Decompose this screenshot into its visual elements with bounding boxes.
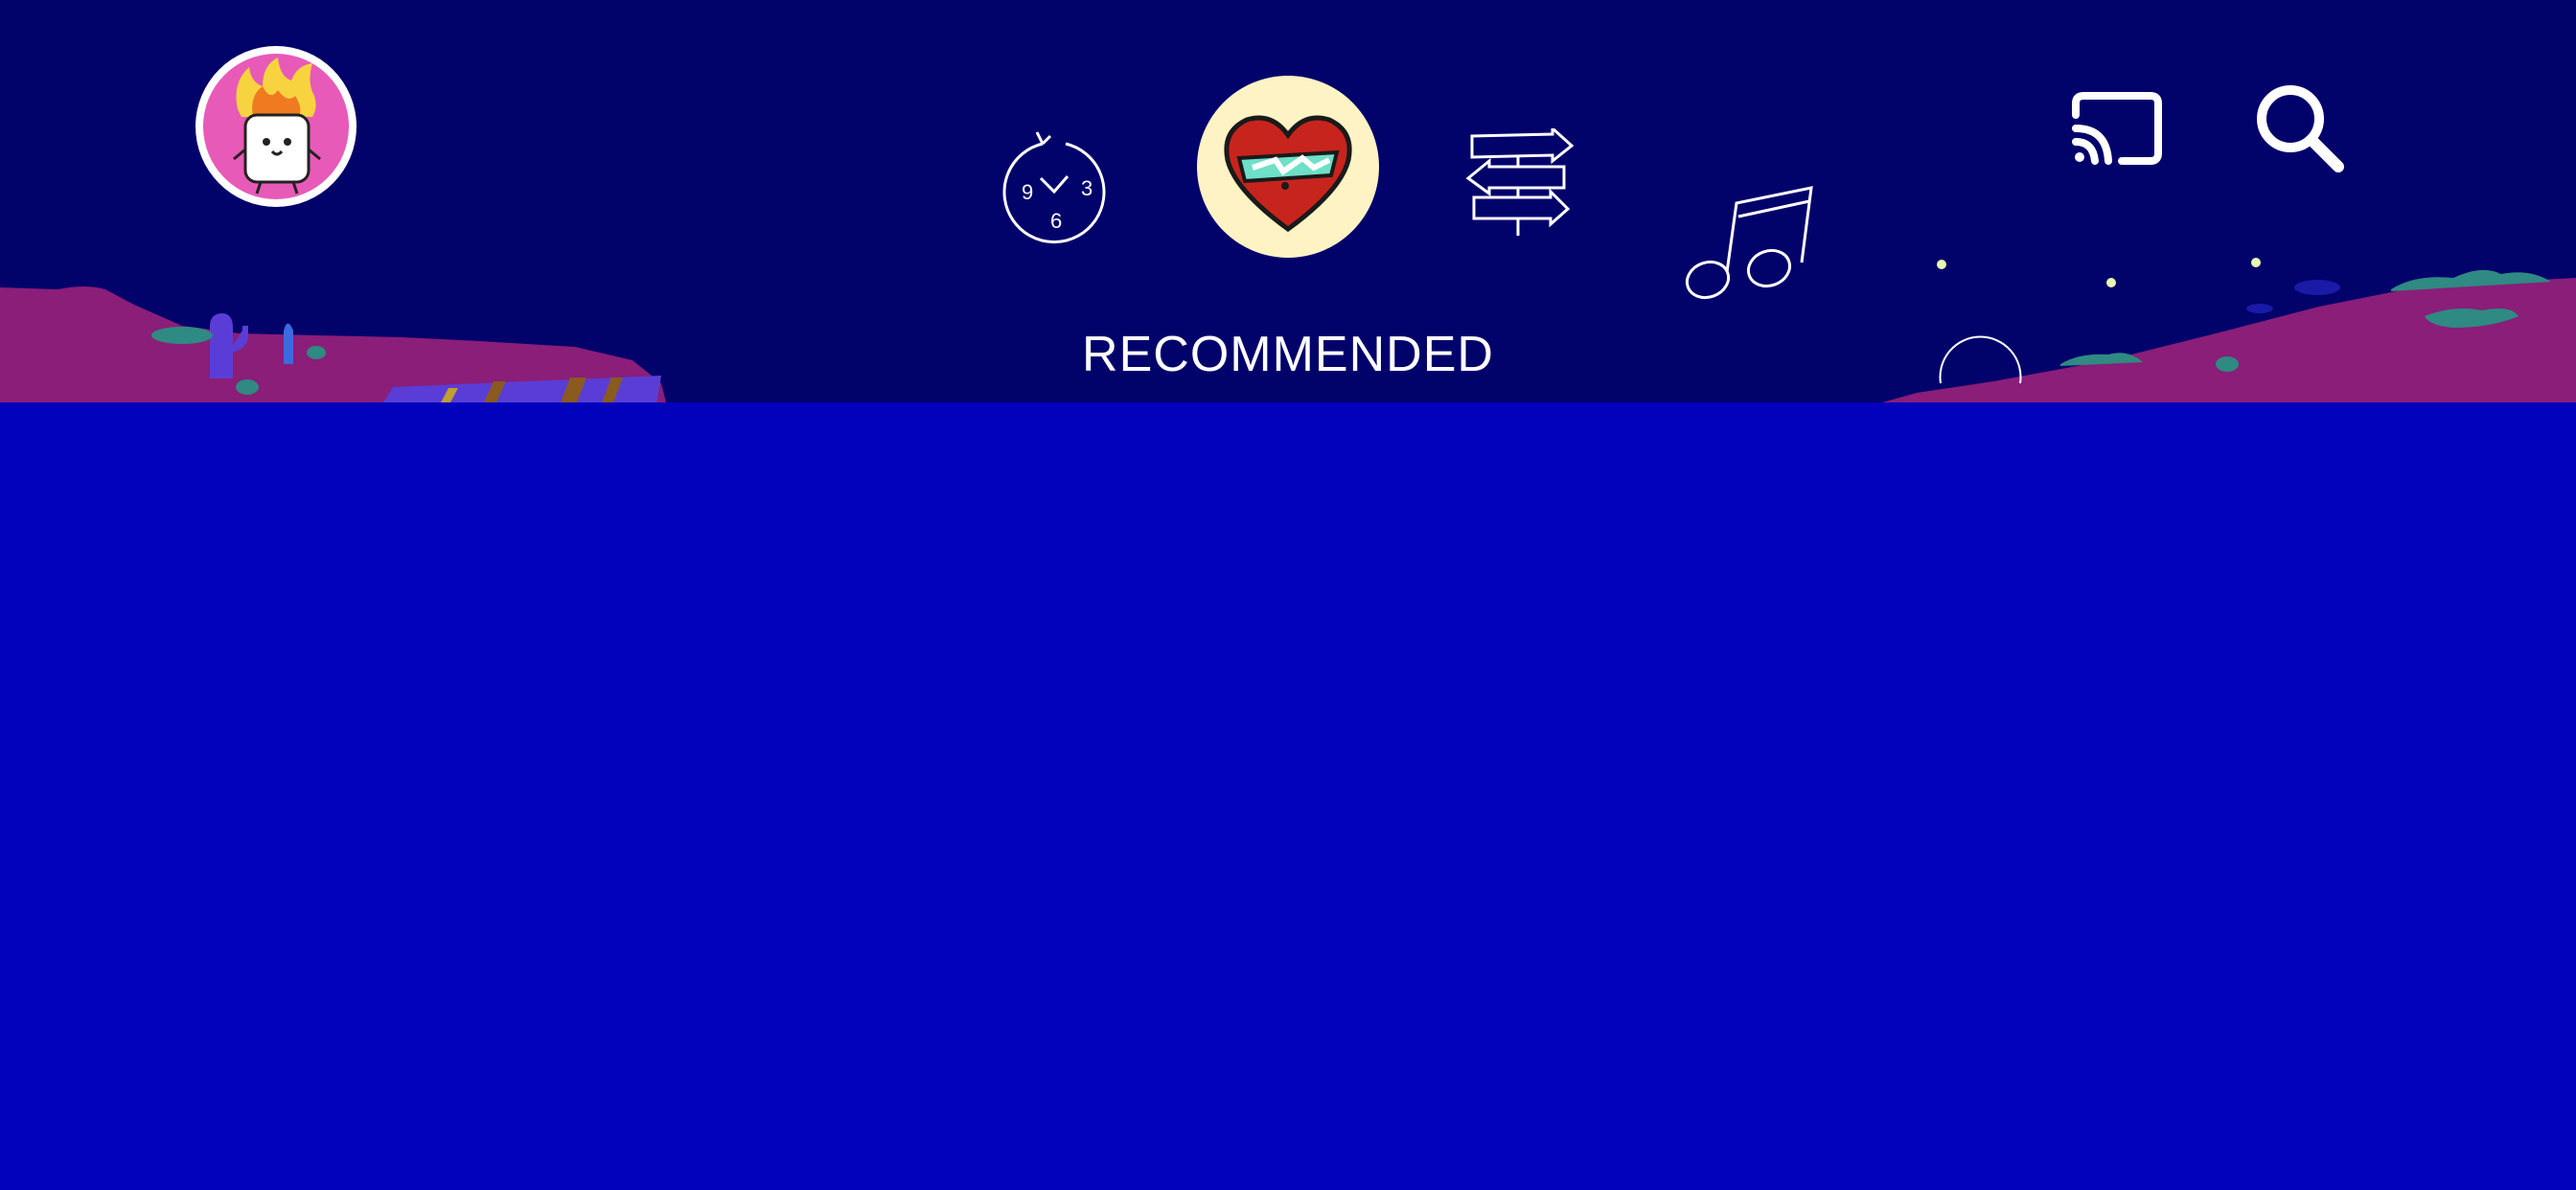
signpost-icon [1465,125,1575,236]
search-icon [2257,85,2344,172]
app-screen: 9 6 3 RECOMMENDED [0,0,2576,1190]
bush [151,327,213,344]
flaming-marshmallow-icon [233,57,321,195]
tab-history[interactable]: 9 6 3 [997,123,1112,245]
cactus [284,323,293,364]
clock-number-right: 3 [1081,176,1092,200]
ocean-background [0,402,2576,1190]
rock [2246,304,2273,313]
clock-number-left: 9 [1022,180,1033,204]
avatar [203,54,349,199]
music-note-icon [1685,186,1813,300]
right-island [1869,278,2576,410]
rock [236,379,259,395]
tab-recommended[interactable] [1197,76,1379,258]
star [2106,278,2116,287]
rock [307,346,326,359]
star [2251,258,2261,267]
tab-explore[interactable] [1464,125,1577,241]
profile-avatar-button[interactable] [196,46,356,207]
search-button[interactable] [2254,82,2346,174]
cast-button[interactable] [2070,92,2162,165]
tab-music[interactable] [1683,184,1813,303]
star [1937,260,1946,269]
heart-icon [1224,115,1352,233]
rock [2216,356,2239,372]
rock [2294,280,2340,295]
clock-rewind-icon: 9 6 3 [1002,131,1106,244]
cast-icon [2072,92,2162,165]
moon-outline [1939,335,2022,384]
clock-number-bottom: 6 [1050,209,1062,233]
active-tab-label: RECOMMENDED [1082,327,1494,382]
